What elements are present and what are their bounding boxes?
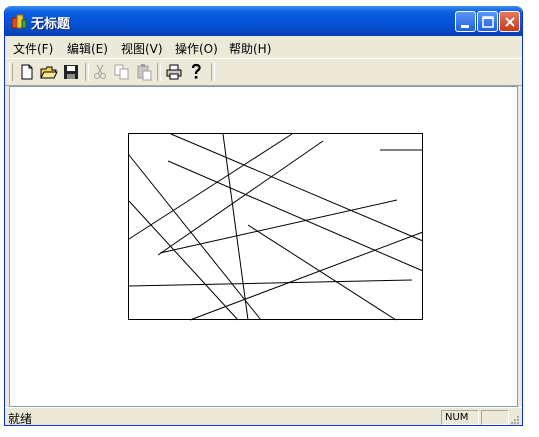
close-icon <box>505 17 515 27</box>
close-button[interactable] <box>499 11 520 32</box>
status-pane-empty <box>481 410 509 425</box>
window-title: 无标题 <box>31 17 71 32</box>
toolbar-separator <box>85 63 89 81</box>
open-folder-icon[interactable] <box>40 63 58 81</box>
menu-file[interactable]: 文件(F) <box>13 40 53 57</box>
toolbar-separator <box>157 63 161 81</box>
menu-view[interactable]: 视图(V) <box>121 40 163 57</box>
new-file-icon[interactable] <box>18 63 36 81</box>
menu-operation[interactable]: 操作(O) <box>175 40 218 57</box>
print-icon[interactable] <box>165 63 183 81</box>
num-lock-label: NUM <box>445 412 469 423</box>
menu-edit[interactable]: 编辑(E) <box>67 40 108 57</box>
drawing-frame <box>128 133 423 320</box>
toolbar-separator <box>211 63 215 81</box>
num-lock-indicator: NUM <box>441 410 479 425</box>
minimize-icon <box>461 25 469 28</box>
toolbar-grip[interactable] <box>9 63 13 81</box>
drawing-canvas[interactable] <box>9 86 518 407</box>
minimize-button[interactable] <box>455 11 476 32</box>
status-bar: 就绪 NUM <box>5 407 522 426</box>
menu-help[interactable]: 帮助(H) <box>229 40 271 57</box>
app-window: 无标题 文件(F) 编辑(E) 视图(V) 操作(O) 帮助(H) 就绪 NUM <box>4 6 523 426</box>
line-drawing <box>128 133 424 321</box>
title-bar[interactable]: 无标题 <box>5 6 522 36</box>
resize-grip-icon[interactable] <box>508 413 520 425</box>
maximize-button[interactable] <box>477 11 498 32</box>
help-icon[interactable] <box>187 63 205 81</box>
status-text: 就绪 <box>8 412 33 426</box>
maximize-icon <box>482 16 494 28</box>
save-icon[interactable] <box>62 63 80 81</box>
app-icon <box>11 14 27 29</box>
copy-icon[interactable] <box>113 63 131 81</box>
paste-icon[interactable] <box>135 63 153 81</box>
toolbar <box>5 58 522 86</box>
cut-icon[interactable] <box>91 63 109 81</box>
menu-bar: 文件(F) 编辑(E) 视图(V) 操作(O) 帮助(H) <box>5 36 522 58</box>
